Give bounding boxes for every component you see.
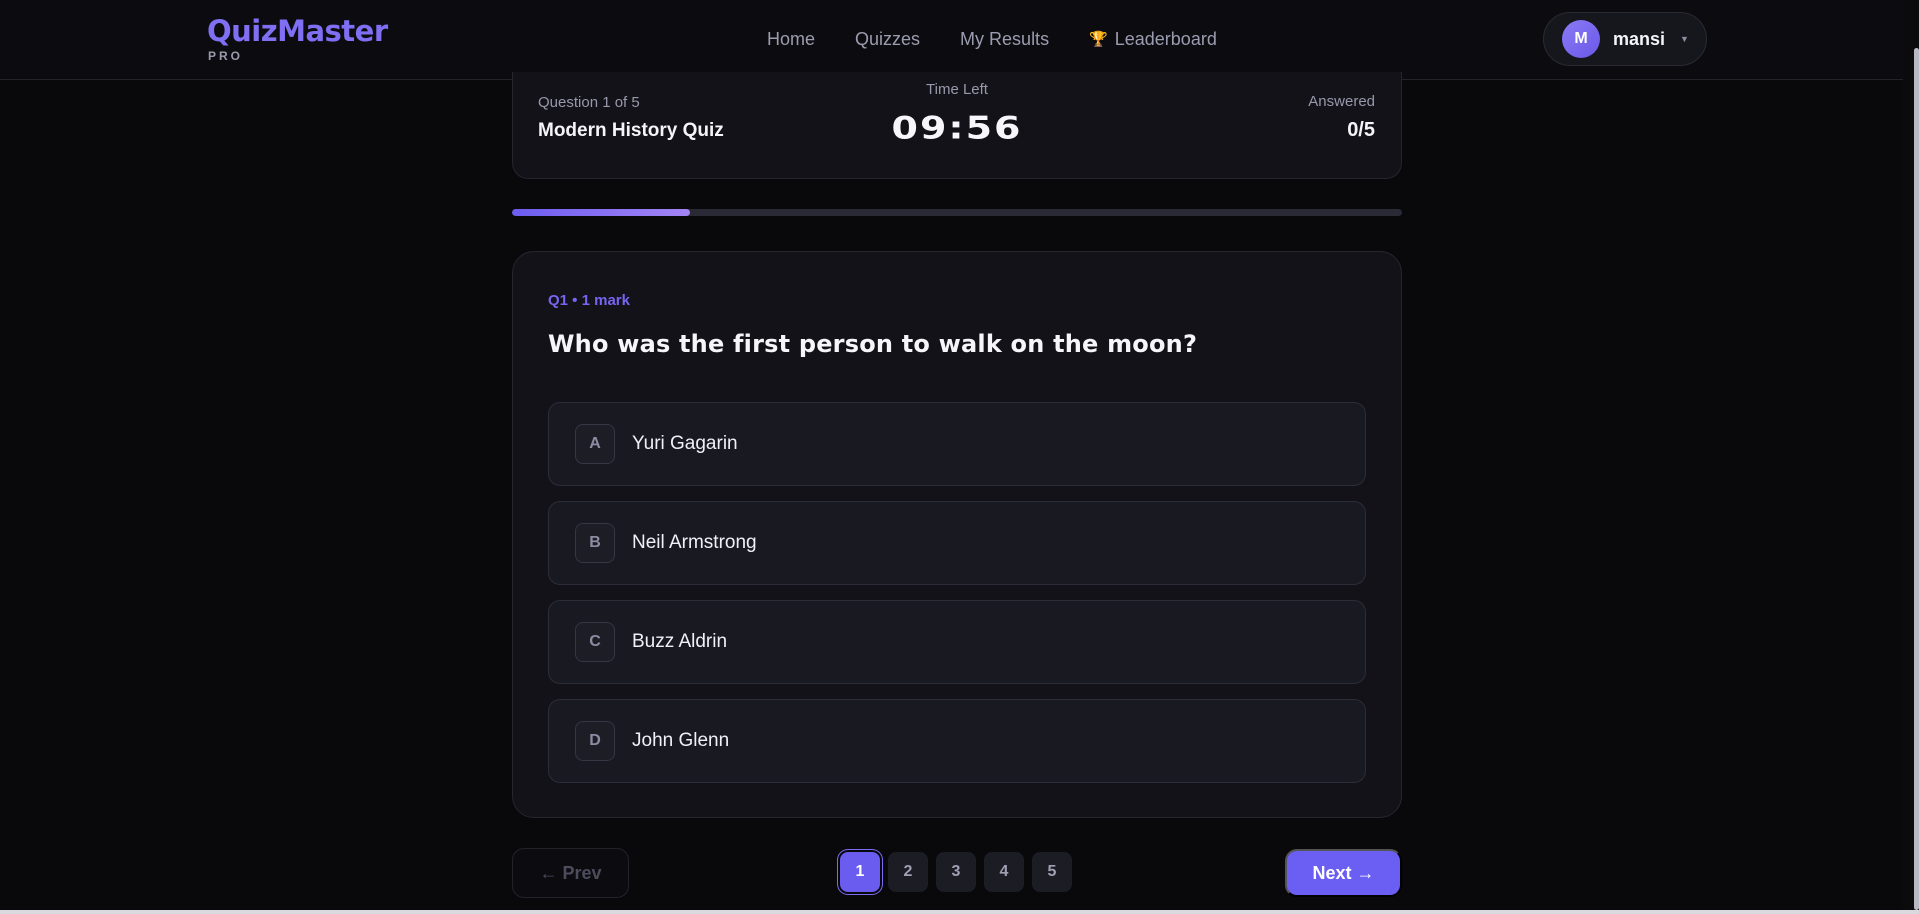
- chevron-down-icon: ▼: [1680, 34, 1689, 44]
- option-text: John Glenn: [632, 730, 730, 751]
- answered-count: 0/5: [1347, 119, 1375, 141]
- option-letter: A: [575, 424, 615, 464]
- option-b[interactable]: B Neil Armstrong: [548, 501, 1366, 585]
- nav-link-quizzes[interactable]: Quizzes: [855, 29, 920, 50]
- option-letter: B: [575, 523, 615, 563]
- option-d[interactable]: D John Glenn: [548, 699, 1366, 783]
- option-text: Yuri Gagarin: [632, 433, 738, 454]
- question-meta: Q1 • 1 mark: [548, 292, 630, 309]
- page-button-1[interactable]: 1: [840, 852, 880, 892]
- page-button-3[interactable]: 3: [936, 852, 976, 892]
- nav-link-my-results[interactable]: My Results: [960, 29, 1049, 50]
- logo-subtitle: PRO: [208, 49, 244, 63]
- page-button-2[interactable]: 2: [888, 852, 928, 892]
- time-left-label: Time Left: [926, 81, 988, 98]
- answer-options: A Yuri Gagarin B Neil Armstrong C Buzz A…: [548, 402, 1366, 798]
- page-button-4[interactable]: 4: [984, 852, 1024, 892]
- option-c[interactable]: C Buzz Aldrin: [548, 600, 1366, 684]
- countdown-timer: 09:56: [891, 109, 1023, 147]
- window-bottom-edge: [0, 910, 1919, 914]
- option-a[interactable]: A Yuri Gagarin: [548, 402, 1366, 486]
- option-letter: D: [575, 721, 615, 761]
- nav-link-leaderboard-label: Leaderboard: [1114, 28, 1217, 49]
- option-text: Neil Armstrong: [632, 532, 757, 553]
- next-button[interactable]: Next →: [1285, 849, 1402, 897]
- question-card: Q1 • 1 mark Who was the first person to …: [512, 251, 1402, 818]
- question-pager: 1 2 3 4 5: [840, 852, 1072, 892]
- nav-link-home[interactable]: Home: [767, 29, 815, 50]
- answered-label: Answered: [1308, 93, 1375, 110]
- main-nav: Home Quizzes My Results 🏆 Leaderboard: [767, 0, 1217, 78]
- progress-fill: [512, 209, 690, 216]
- trophy-icon: 🏆: [1089, 31, 1108, 48]
- scrollbar-thumb[interactable]: [1914, 48, 1919, 910]
- page-button-5[interactable]: 5: [1032, 852, 1072, 892]
- quiz-info-card: Question 1 of 5 Modern History Quiz Time…: [512, 72, 1402, 179]
- logo-title: QuizMaster: [207, 14, 388, 48]
- prev-button[interactable]: ← Prev: [512, 848, 629, 898]
- option-text: Buzz Aldrin: [632, 631, 728, 652]
- top-navbar: QuizMaster PRO Home Quizzes My Results 🏆…: [0, 0, 1919, 80]
- avatar: M: [1562, 20, 1600, 58]
- username: mansi: [1613, 28, 1666, 49]
- app-logo[interactable]: QuizMaster PRO: [207, 14, 388, 63]
- quiz-progress-bar: [512, 209, 1402, 216]
- option-letter: C: [575, 622, 615, 662]
- nav-link-leaderboard[interactable]: 🏆 Leaderboard: [1089, 29, 1217, 50]
- user-menu-button[interactable]: M mansi ▼: [1543, 12, 1707, 66]
- question-text: Who was the first person to walk on the …: [548, 330, 1198, 358]
